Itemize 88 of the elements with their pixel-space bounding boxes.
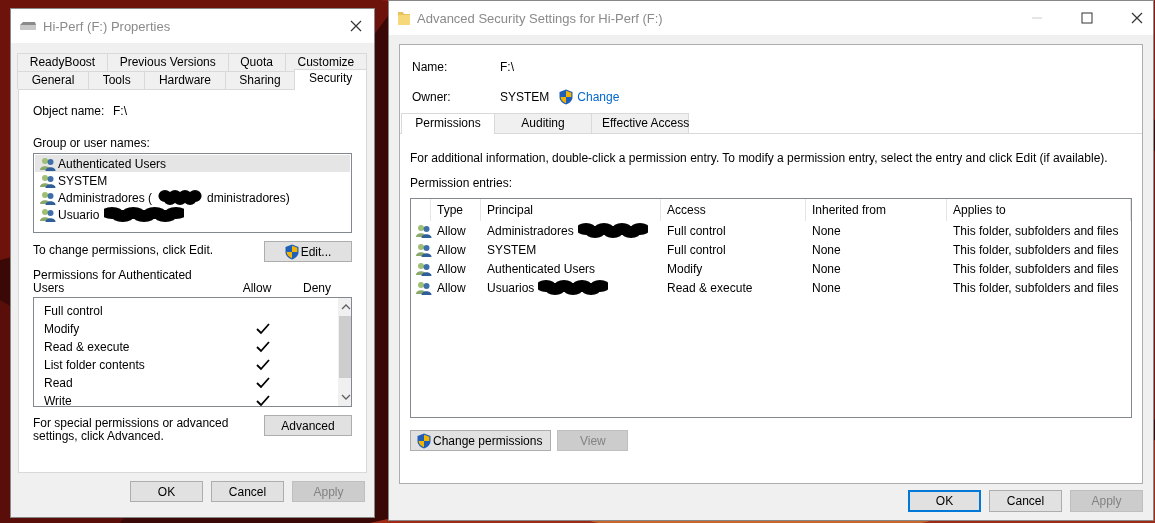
column-header: Allow [241,281,273,295]
tab[interactable]: Permissions [401,113,495,134]
permission-name: Modify [44,322,81,336]
users-icon [39,156,56,171]
column-header: Principal [481,199,661,221]
table-cell-text: Modify [666,261,704,276]
table-cell-text: Allow [436,280,467,295]
cancel-button[interactable]: Cancel [211,481,284,502]
table-cell-text: None [811,242,842,257]
user-name: SYSTEM [58,173,108,188]
window-title: Hi-Perf (F:) Properties [43,18,172,34]
column-header: Inherited from [806,199,947,221]
tab[interactable]: Effective Access [591,113,689,133]
user-name: Authenticated Users [58,156,167,171]
advanced-button[interactable]: Advanced [264,415,352,436]
users-icon [39,173,56,188]
table-cell-text: Read & execute [666,280,754,295]
tab[interactable]: General [17,71,89,89]
cancel-button[interactable]: Cancel [989,490,1062,512]
permission-name: Read & execute [44,340,131,354]
user-name: Administradores ( [58,190,153,205]
shield-icon [417,432,431,449]
tab[interactable]: Sharing [224,71,296,89]
list-item[interactable]: Usuario [35,206,350,223]
permission-name: Write [44,394,73,406]
column-header: Applies to [947,199,1131,221]
column-header: Access [661,199,806,221]
window-title: Advanced Security Settings for Hi-Perf (F:) [417,10,664,26]
users-icon [415,261,432,276]
users-icon [415,242,432,257]
edit-button[interactable]: Edit... [264,241,352,262]
tab[interactable]: Auditing [494,113,592,133]
table-cell-text: Full control [666,223,727,238]
object-name: F:\ [500,60,514,74]
tab[interactable]: ReadyBoost [17,53,108,71]
maximize-icon[interactable] [1081,12,1093,24]
user-name: dministradores) [207,190,290,205]
label: Name: [412,60,449,74]
table-cell-text: This folder, subfolders and files [952,261,1120,276]
permission-name: List folder contents [44,358,146,372]
label: Object name: [33,104,106,118]
object-name: F:\ [113,104,127,118]
table-cell-text: None [811,261,842,276]
close-icon[interactable] [350,20,362,32]
shield-icon [559,89,574,105]
table-cell-text: This folder, subfolders and files [952,280,1120,295]
drive-icon [19,21,37,31]
list-item[interactable]: SYSTEM [35,172,350,189]
table-cell: Usuarios [487,280,535,295]
table-cell-text: Allow [436,242,467,257]
table-cell-text: Allow [436,261,467,276]
label: Owner: [412,90,452,104]
users-icon [39,190,56,205]
label: Permissions for Authenticated Users [33,269,193,295]
list-item[interactable]: Authenticated Users [35,155,350,172]
owner-name: SYSTEM [500,90,550,104]
label: Group or user names: [33,136,151,150]
permission-name: Read [44,376,74,390]
hint-text: For special permissions or advanced settings, click Advanced. [33,417,230,443]
table-cell: Administradores [487,223,574,238]
tab[interactable]: Quota [227,53,286,71]
column-header: Type [431,199,481,221]
users-icon [39,207,56,222]
column-header: Deny [302,281,332,295]
shield-icon [284,243,299,260]
table-cell-text: None [811,280,842,295]
permission-name: Full control [44,304,104,318]
info-text: For additional information, double-click a permission entry. To modify a permission entry, select the entry and click Edit (if available). [410,151,1109,165]
table-cell-text: Allow [436,223,467,238]
table-cell-text: This folder, subfolders and files [952,223,1120,238]
table-cell-text: None [811,223,842,238]
change-link[interactable]: Change [559,89,620,105]
folder-icon [397,10,411,26]
list-item[interactable]: Administradores ( dministradores) [35,189,350,206]
label: Permission entries: [410,176,514,190]
table-cell-text: SYSTEM [486,242,538,257]
ok-button[interactable]: OK [908,490,981,512]
user-name: Usuario [58,207,100,222]
table-cell-text: This folder, subfolders and files [952,242,1120,257]
change-permissions-button[interactable]: Change permissions [410,430,552,451]
users-icon [415,280,432,295]
table-cell-text: Authenticated Users [486,261,597,276]
close-icon[interactable] [1131,12,1143,24]
ok-button[interactable]: OK [130,481,203,502]
table-cell-text: Full control [666,242,727,257]
tab[interactable]: Security [294,69,367,90]
users-icon [415,223,432,238]
hint-text: To change permissions, click Edit. [33,243,214,257]
